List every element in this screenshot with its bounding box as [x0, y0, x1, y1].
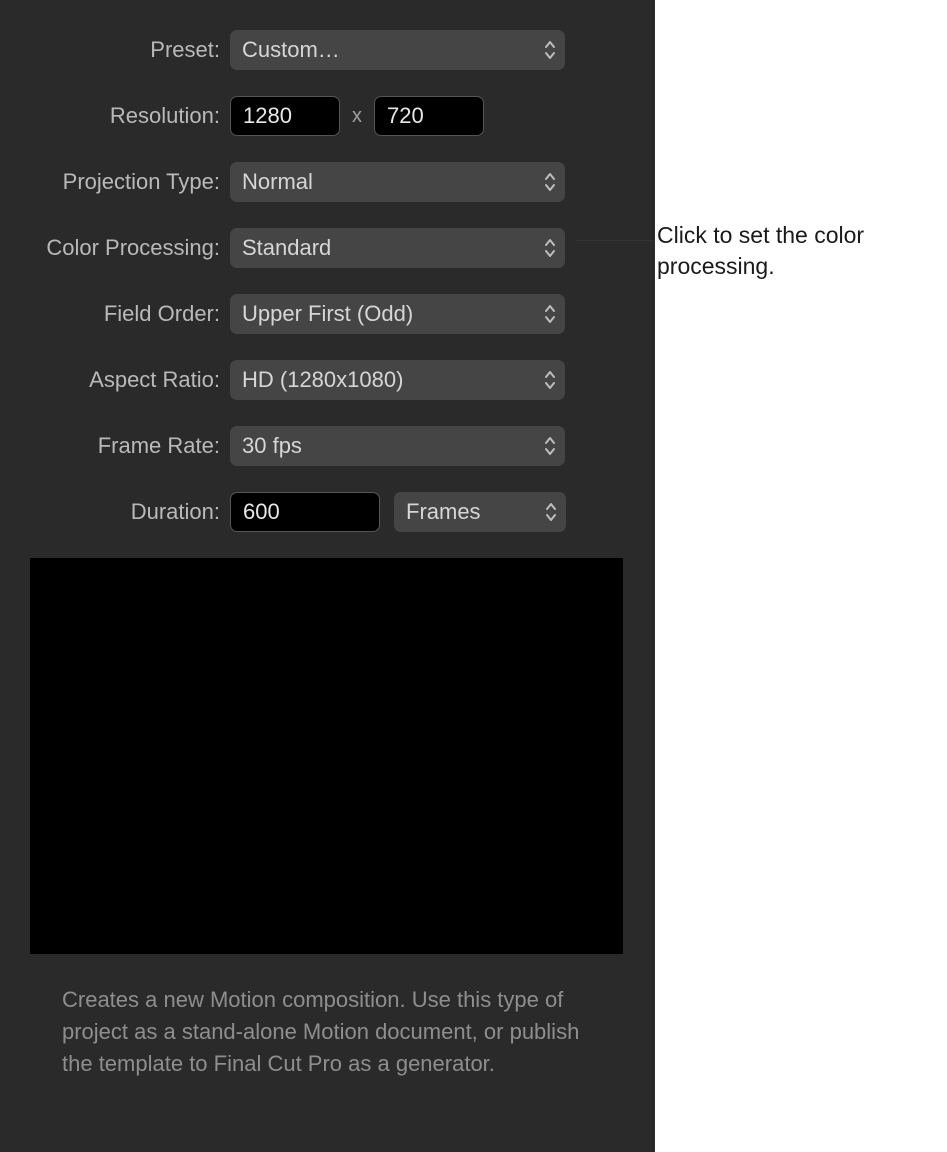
preset-label: Preset: [0, 37, 230, 63]
updown-arrows-icon [543, 171, 557, 193]
aspect-ratio-value: HD (1280x1080) [242, 367, 403, 392]
updown-arrows-icon [543, 435, 557, 457]
duration-row: Duration: 600 Frames [0, 492, 655, 532]
updown-arrows-icon [543, 303, 557, 325]
updown-arrows-icon [543, 237, 557, 259]
frame-rate-value: 30 fps [242, 433, 302, 458]
projection-popup[interactable]: Normal [230, 162, 565, 202]
duration-input[interactable]: 600 [230, 492, 380, 532]
aspect-ratio-popup[interactable]: HD (1280x1080) [230, 360, 565, 400]
resolution-separator: x [340, 105, 374, 128]
preset-row: Preset: Custom… [0, 30, 655, 70]
frame-rate-popup[interactable]: 30 fps [230, 426, 565, 466]
callout-text: Click to set the color processing. [657, 220, 945, 282]
aspect-ratio-label: Aspect Ratio: [0, 367, 230, 393]
preset-value: Custom… [242, 37, 340, 62]
resolution-width-value: 1280 [243, 103, 292, 128]
frame-rate-row: Frame Rate: 30 fps [0, 426, 655, 466]
projection-value: Normal [242, 169, 313, 194]
color-processing-popup[interactable]: Standard [230, 228, 565, 268]
updown-arrows-icon [543, 39, 557, 61]
frame-rate-label: Frame Rate: [0, 433, 230, 459]
preset-popup[interactable]: Custom… [230, 30, 565, 70]
updown-arrows-icon [543, 369, 557, 391]
duration-unit-popup[interactable]: Frames [394, 492, 566, 532]
resolution-height-input[interactable]: 720 [374, 96, 484, 136]
color-processing-label: Color Processing: [0, 235, 230, 261]
resolution-width-input[interactable]: 1280 [230, 96, 340, 136]
field-order-label: Field Order: [0, 301, 230, 327]
duration-value: 600 [243, 499, 280, 524]
color-processing-value: Standard [242, 235, 331, 260]
project-settings-panel: Preset: Custom… Resolution: 1280 x 720 P… [0, 0, 655, 1152]
projection-label: Projection Type: [0, 169, 230, 195]
callout: Click to set the color processing. [575, 214, 945, 294]
projection-row: Projection Type: Normal [0, 162, 655, 202]
aspect-ratio-row: Aspect Ratio: HD (1280x1080) [0, 360, 655, 400]
color-processing-row: Color Processing: Standard [0, 228, 655, 268]
resolution-height-value: 720 [387, 103, 424, 128]
description-text: Creates a new Motion composition. Use th… [62, 984, 615, 1080]
duration-label: Duration: [0, 499, 230, 525]
resolution-label: Resolution: [0, 103, 230, 129]
callout-line [575, 240, 653, 241]
preview-area [30, 558, 623, 954]
resolution-row: Resolution: 1280 x 720 [0, 96, 655, 136]
field-order-popup[interactable]: Upper First (Odd) [230, 294, 565, 334]
field-order-value: Upper First (Odd) [242, 301, 413, 326]
duration-unit-value: Frames [406, 499, 481, 524]
field-order-row: Field Order: Upper First (Odd) [0, 294, 655, 334]
updown-arrows-icon [544, 501, 558, 523]
